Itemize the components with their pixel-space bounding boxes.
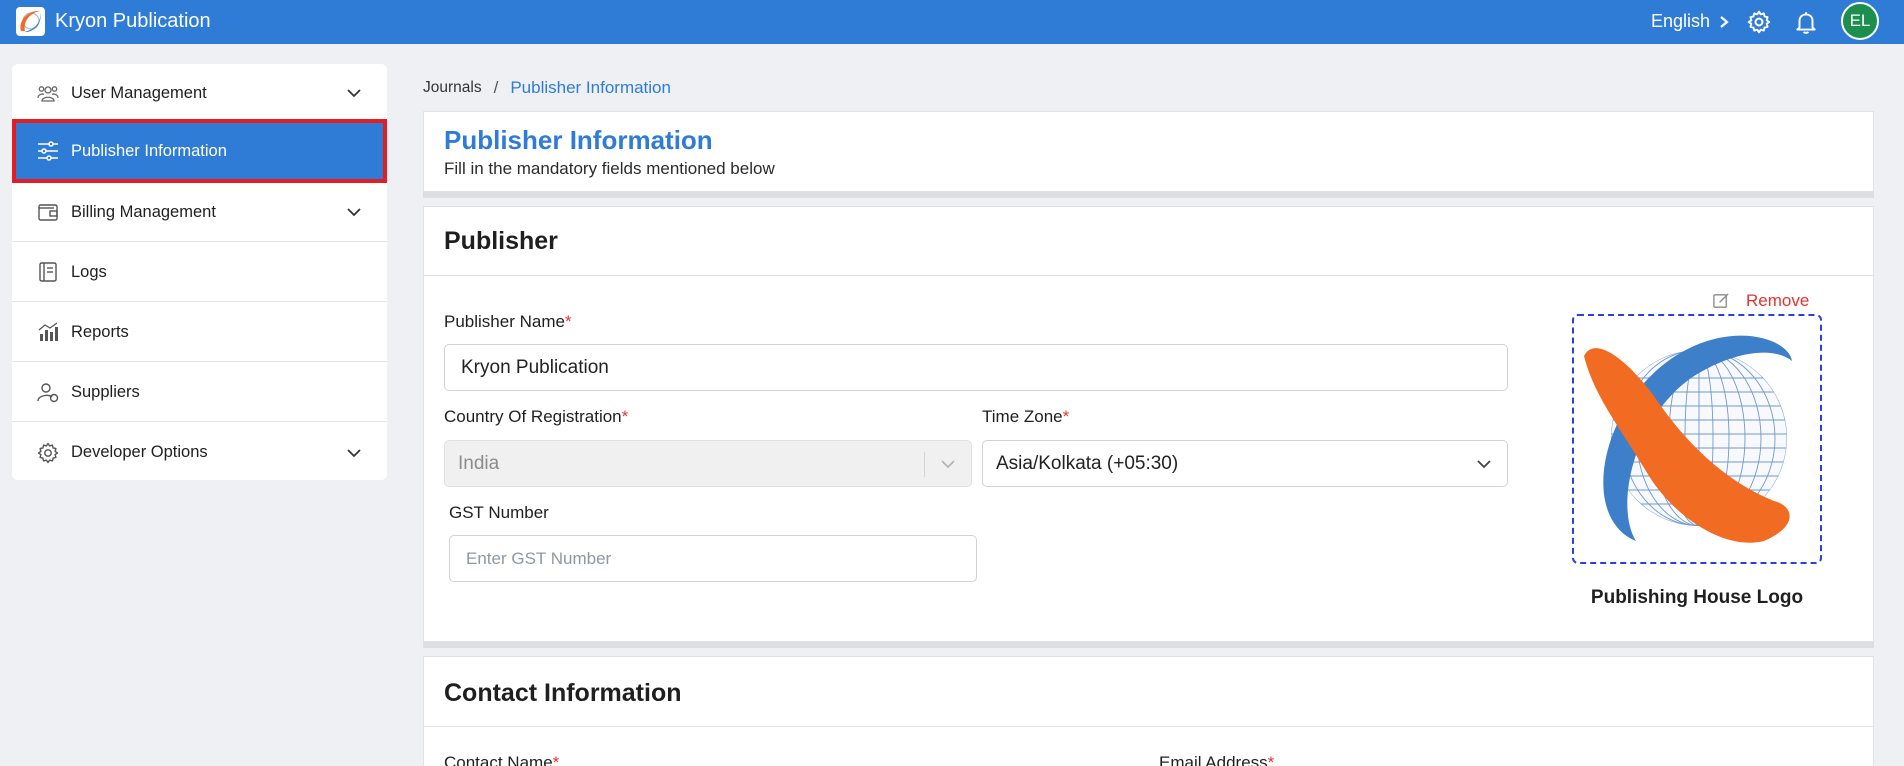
required-asterisk: * (621, 407, 629, 426)
chevron-down-icon (347, 89, 361, 98)
publishing-house-logo-caption: Publishing House Logo (1590, 587, 1804, 608)
users-icon (37, 86, 59, 102)
sidebar-item-label: User Management (71, 83, 207, 102)
edit-icon[interactable] (1712, 291, 1731, 310)
contact-section-title: Contact Information (444, 679, 682, 707)
breadcrumb-journals-link[interactable]: Journals (423, 79, 482, 97)
chevron-down-icon (347, 448, 361, 457)
language-label: English (1651, 11, 1711, 31)
section-divider (424, 726, 1873, 727)
contact-information-card: Contact Information Contact Name* Email … (423, 656, 1874, 766)
chevron-right-icon (1720, 15, 1729, 28)
page-title: Publisher Information (444, 125, 713, 155)
timezone-label-text: Time Zone (982, 407, 1063, 426)
settings-gear-icon[interactable] (1746, 9, 1772, 35)
supplier-user-icon (37, 383, 59, 403)
sidebar-item-user-management[interactable]: User Management (12, 64, 387, 123)
page-header-card: Publisher Information Fill in the mandat… (423, 111, 1874, 192)
country-label-text: Country Of Registration (444, 407, 622, 426)
country-label: Country Of Registration* (444, 407, 628, 427)
language-selector[interactable]: English (1651, 11, 1730, 32)
country-select: India (444, 440, 972, 487)
notification-bell-icon[interactable] (1793, 9, 1819, 35)
required-asterisk: * (552, 753, 560, 766)
country-value: India (458, 452, 500, 474)
contact-name-label-text: Contact Name (444, 753, 553, 766)
app-title: Kryon Publication (55, 10, 211, 32)
email-address-label-text: Email Address (1159, 753, 1268, 766)
sidebar-item-label: Suppliers (71, 382, 140, 401)
sidebar-item-label: Publisher Information (71, 141, 227, 160)
sidebar-item-reports[interactable]: Reports (12, 303, 387, 362)
chevron-down-icon (347, 208, 361, 217)
page-subtitle: Fill in the mandatory fields mentioned b… (444, 159, 775, 178)
top-bar: Kryon Publication English EL (0, 0, 1904, 44)
app-logo-icon[interactable] (16, 7, 45, 36)
breadcrumb-current: Publisher Information (510, 78, 671, 97)
sidebar-item-developer-options[interactable]: Developer Options (12, 423, 387, 482)
sidebar-item-label: Billing Management (71, 202, 216, 221)
user-avatar[interactable]: EL (1841, 2, 1879, 40)
contact-name-label: Contact Name* (444, 753, 559, 766)
sidebar: User Management Publisher Information Bi… (12, 64, 387, 480)
sidebar-item-label: Developer Options (71, 443, 208, 461)
section-divider (424, 275, 1873, 276)
publisher-logo-image (1584, 335, 1792, 543)
gear-icon (37, 442, 59, 463)
publisher-name-label-text: Publisher Name (444, 312, 565, 331)
required-asterisk: * (1062, 407, 1070, 426)
sidebar-item-logs[interactable]: Logs (12, 243, 387, 302)
breadcrumb: Journals / Publisher Information (423, 78, 671, 98)
timezone-label: Time Zone* (982, 407, 1069, 427)
chevron-down-icon (1477, 459, 1491, 468)
publisher-name-label: Publisher Name* (444, 312, 572, 332)
gst-number-input[interactable] (449, 535, 977, 582)
publisher-section-title: Publisher (444, 227, 558, 255)
remove-logo-link[interactable]: Remove (1746, 291, 1809, 311)
required-asterisk: * (564, 312, 572, 331)
sidebar-item-label: Reports (71, 322, 129, 341)
bar-chart-icon (38, 322, 58, 341)
email-address-label: Email Address* (1159, 753, 1274, 766)
select-separator (924, 452, 925, 477)
publisher-logo-upload[interactable] (1572, 314, 1822, 564)
sidebar-item-billing-management[interactable]: Billing Management (12, 183, 387, 242)
sidebar-item-label: Logs (71, 262, 107, 281)
notebook-icon (39, 262, 57, 282)
publisher-name-input[interactable] (444, 344, 1508, 391)
sidebar-item-suppliers[interactable]: Suppliers (12, 363, 387, 422)
chevron-down-icon (941, 459, 955, 468)
timezone-select[interactable]: Asia/Kolkata (+05:30) (982, 440, 1508, 487)
breadcrumb-separator: / (493, 78, 499, 97)
wallet-icon (38, 204, 58, 221)
required-asterisk: * (1267, 753, 1275, 766)
sliders-icon (38, 141, 58, 161)
sidebar-item-publisher-information[interactable]: Publisher Information (12, 119, 387, 183)
gst-number-label: GST Number (449, 503, 549, 522)
timezone-value: Asia/Kolkata (+05:30) (996, 452, 1179, 474)
publisher-card: Publisher Publisher Name* Country Of Reg… (423, 206, 1874, 642)
